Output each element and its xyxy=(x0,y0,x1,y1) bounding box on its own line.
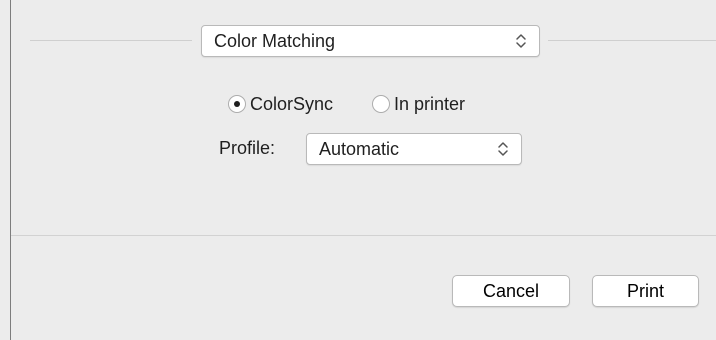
up-down-arrows-icon xyxy=(498,142,508,156)
radio-in-printer-label: In printer xyxy=(394,93,466,114)
color-matching-radio-group: ColorSync In printer xyxy=(228,91,518,117)
section-popup-label: Color Matching xyxy=(214,31,336,51)
radio-selected-dot xyxy=(234,101,240,107)
section-popup[interactable]: Color Matching xyxy=(201,25,540,57)
bottom-divider xyxy=(11,235,716,236)
top-divider-right xyxy=(548,40,716,41)
radio-colorsync[interactable]: ColorSync xyxy=(228,91,333,117)
profile-label: Profile: xyxy=(219,138,276,158)
print-button[interactable]: Print xyxy=(592,275,699,307)
profile-popup[interactable]: Automatic xyxy=(306,133,522,165)
radio-button-selected[interactable] xyxy=(228,95,246,113)
radio-colorsync-label: ColorSync xyxy=(250,93,334,114)
radio-in-printer[interactable]: In printer xyxy=(372,91,465,117)
radio-button-unselected[interactable] xyxy=(372,95,390,113)
top-divider-left xyxy=(30,40,192,41)
cancel-button[interactable]: Cancel xyxy=(452,275,570,307)
up-down-arrows-icon xyxy=(516,34,526,48)
profile-popup-label: Automatic xyxy=(319,139,400,159)
window-left-border xyxy=(10,0,11,340)
